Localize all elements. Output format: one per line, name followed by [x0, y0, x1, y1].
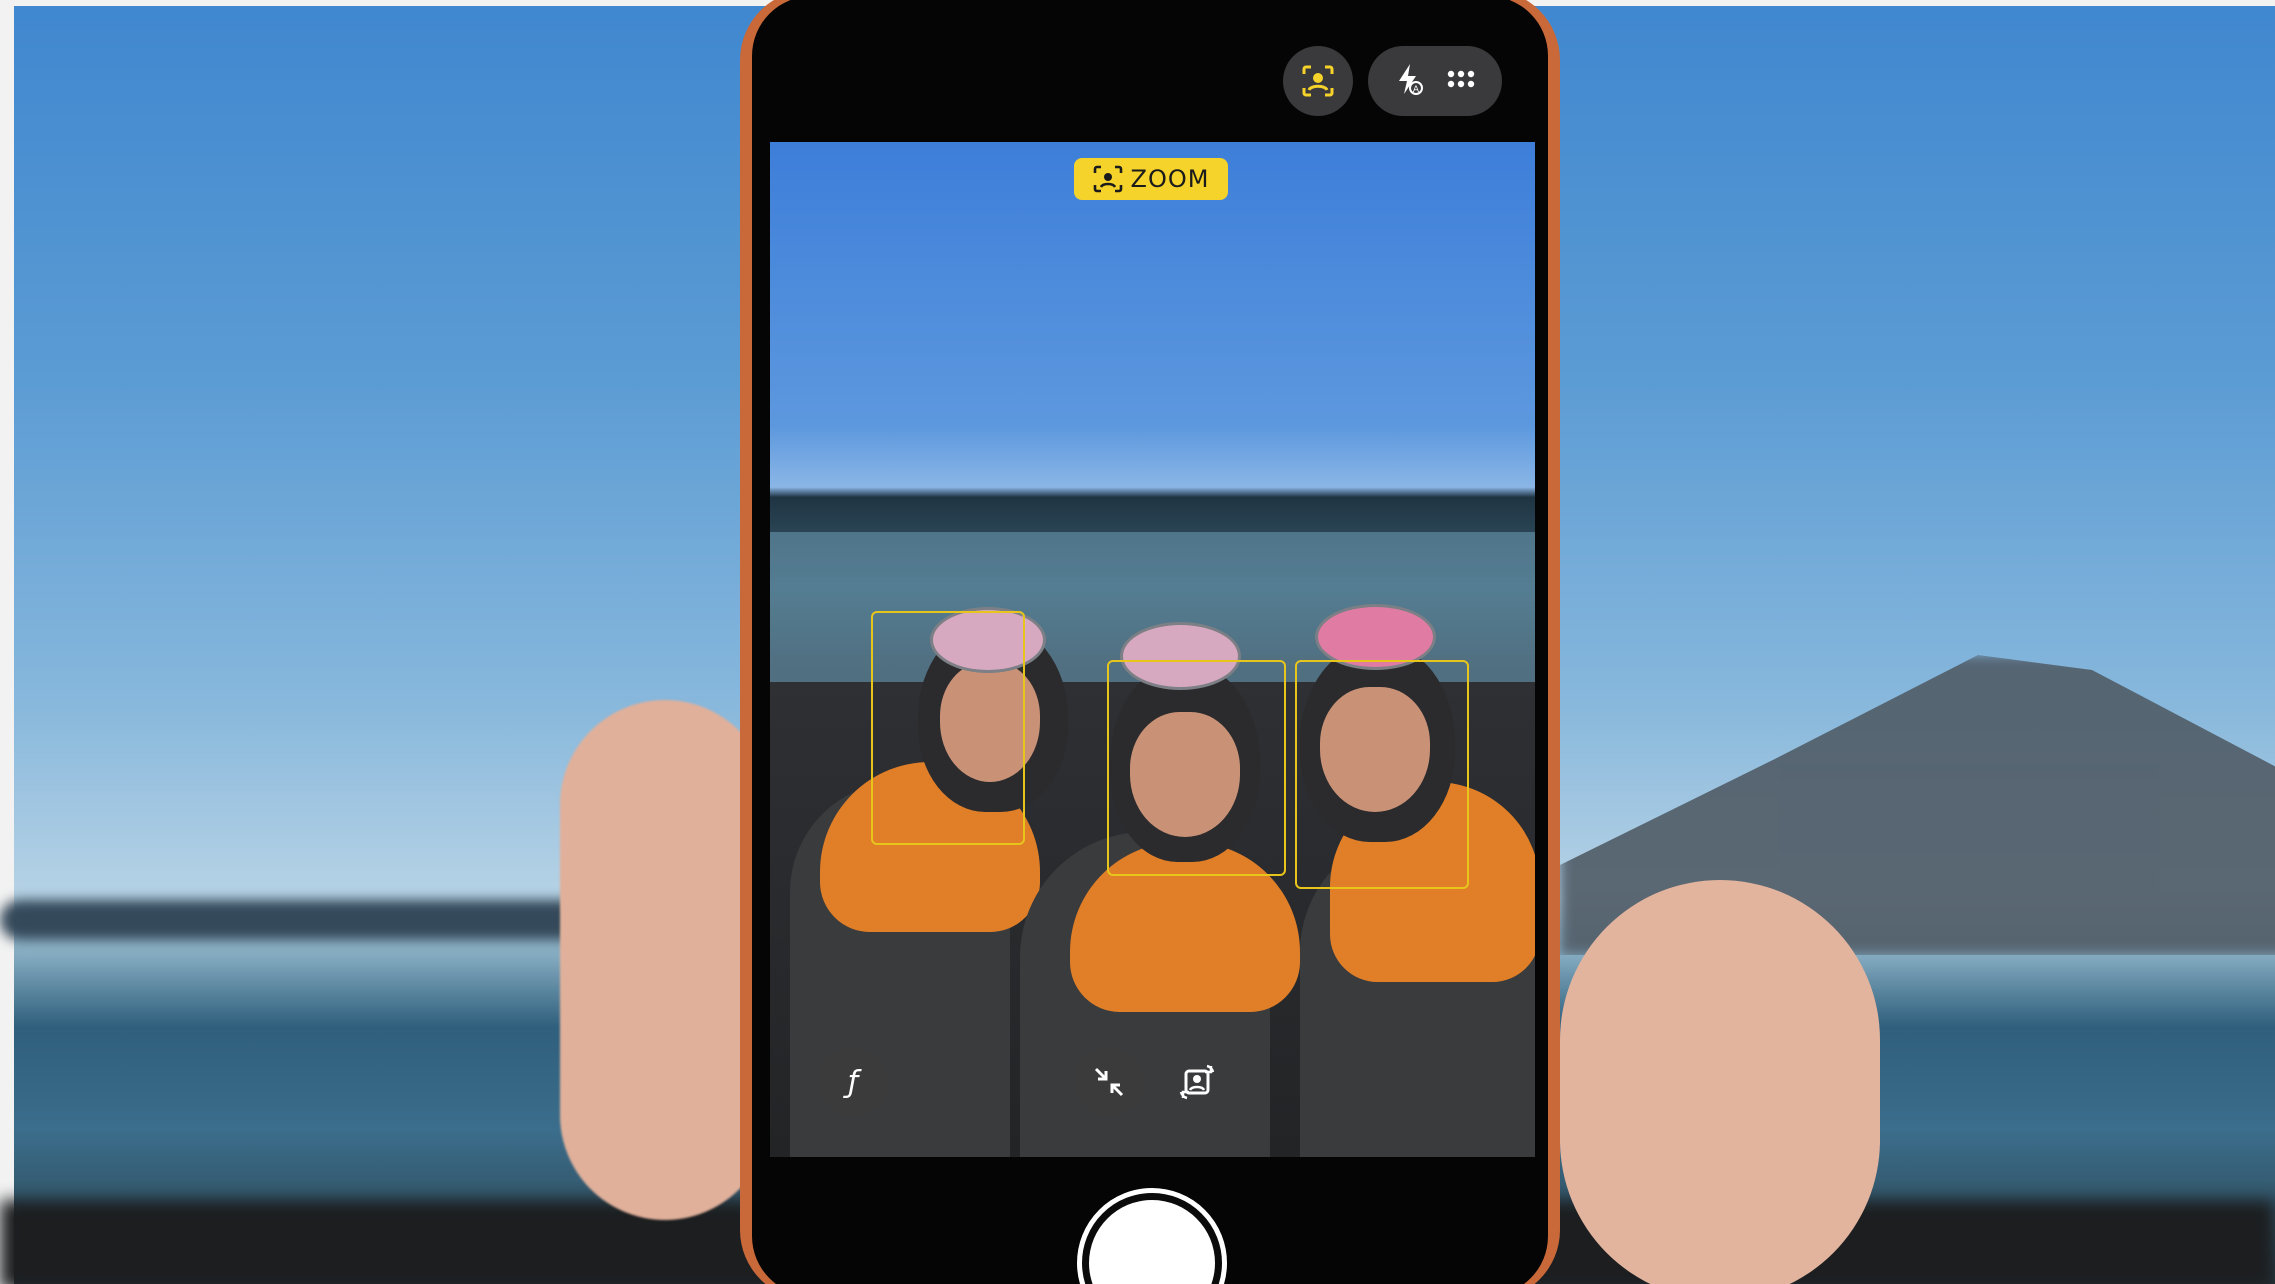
- aperture-icon: ƒ: [847, 1064, 859, 1100]
- face-focus-box-right: [1295, 660, 1469, 889]
- frame-border-left: [0, 0, 14, 1284]
- rotate-portrait-icon: [1179, 1064, 1215, 1100]
- rotate-framing-button[interactable]: [1162, 1047, 1232, 1117]
- distant-island: [0, 900, 620, 940]
- left-hand: [560, 700, 770, 1220]
- face-focus-box-left: [871, 611, 1025, 845]
- arrows-inward-icon: [1094, 1067, 1124, 1097]
- collapse-frame-button[interactable]: [1074, 1047, 1144, 1117]
- svg-text:A: A: [1413, 85, 1420, 95]
- more-grid-icon[interactable]: [1446, 69, 1476, 93]
- right-hand: [1560, 880, 1880, 1284]
- flash-options-group: A: [1368, 46, 1502, 116]
- zoom-badge-label: ZOOM: [1130, 165, 1210, 193]
- aperture-button[interactable]: ƒ: [818, 1047, 888, 1117]
- center-stage-button[interactable]: [1283, 46, 1353, 116]
- center-stage-zoom-icon: [1093, 165, 1122, 193]
- center-stage-icon: [1302, 65, 1334, 97]
- background-scene: A ƒ ZOOM: [0, 0, 2275, 1284]
- camera-viewfinder[interactable]: ƒ: [770, 142, 1535, 1157]
- flash-auto-icon[interactable]: A: [1394, 62, 1424, 100]
- face-focus-box-middle: [1107, 660, 1286, 876]
- center-stage-zoom-badge[interactable]: ZOOM: [1074, 158, 1228, 200]
